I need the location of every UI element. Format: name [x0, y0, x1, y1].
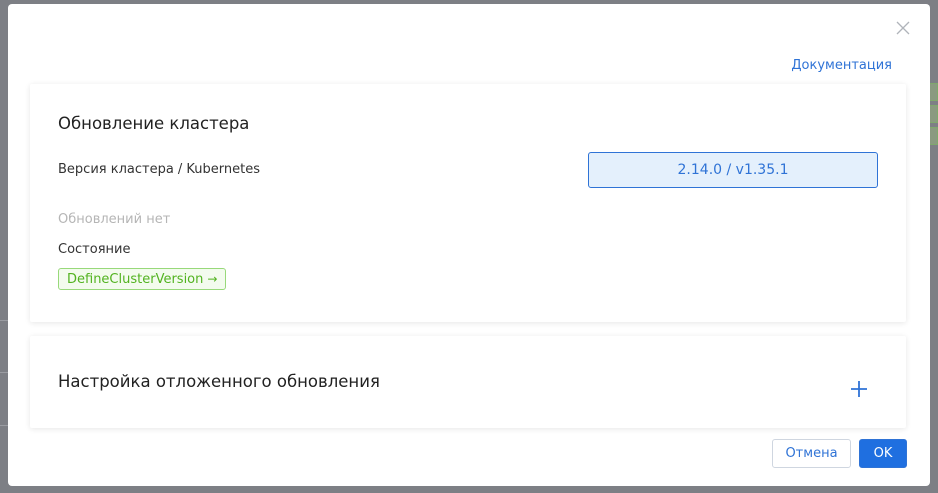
state-tag[interactable]: DefineClusterVersion → — [58, 268, 227, 290]
cluster-update-title: Обновление кластера — [58, 114, 250, 133]
version-label: Версия кластера / Kubernetes — [58, 162, 261, 177]
arrow-right-icon: → — [207, 272, 218, 286]
close-icon[interactable] — [895, 20, 911, 36]
plus-icon[interactable] — [850, 380, 868, 398]
state-value: DefineClusterVersion — [67, 271, 204, 287]
state-label: Состояние — [58, 242, 131, 257]
cluster-update-card: Обновление кластера Версия кластера / Ku… — [30, 84, 906, 322]
deferred-update-title: Настройка отложенного обновления — [58, 372, 380, 391]
version-value: 2.14.0 / v1.35.1 — [677, 162, 789, 178]
deferred-update-card: Настройка отложенного обновления — [30, 336, 906, 428]
cluster-update-modal: Документация Обновление кластера Версия … — [8, 4, 930, 486]
no-updates-text: Обновлений нет — [58, 212, 171, 227]
ok-button[interactable]: OK — [859, 439, 907, 468]
version-value-box[interactable]: 2.14.0 / v1.35.1 — [588, 152, 878, 188]
documentation-link[interactable]: Документация — [791, 58, 892, 73]
cancel-button[interactable]: Отмена — [772, 439, 851, 468]
